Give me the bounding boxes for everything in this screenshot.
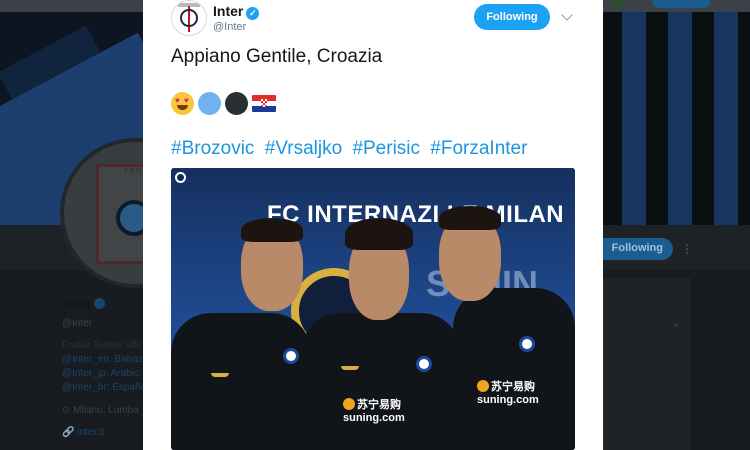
player-center-crest	[416, 356, 432, 372]
background-location: ⊙ Milano, Lomba	[62, 405, 139, 416]
author-avatar[interactable]	[171, 0, 207, 36]
background-avatar-dot	[610, 0, 624, 8]
background-profile-bio: Profilo Twitter uffic @Inter_en: Bahasa …	[62, 340, 142, 393]
player-right	[453, 288, 575, 450]
croatia-flag-emoji	[252, 94, 276, 112]
player-center	[301, 313, 461, 450]
photo-sign-text: FC INTERNAZI LE MILAN	[267, 201, 565, 228]
player-center-sponsor: 苏宁易购 suning.com	[343, 398, 405, 424]
background-tweet-button	[652, 0, 710, 8]
hashtag-brozovic[interactable]: #Brozovic	[171, 138, 254, 159]
background-side-panel	[603, 278, 691, 450]
chevron-down-icon[interactable]	[561, 9, 573, 21]
player-center-swoosh	[341, 366, 359, 370]
black-circle-emoji	[225, 91, 248, 115]
background-verified-icon	[94, 298, 106, 309]
blue-circle-emoji	[198, 91, 221, 115]
verified-icon: ✓	[246, 7, 260, 20]
background-more-icon: ⋮	[681, 242, 693, 256]
hashtag-forzainter[interactable]: #ForzaInter	[430, 138, 527, 159]
author-handle[interactable]: @Inter	[213, 21, 246, 33]
emoji-row: ♥ ♥	[171, 90, 276, 116]
hashtag-perisic[interactable]: #Perisic	[352, 138, 420, 159]
player-left-swoosh	[211, 373, 229, 377]
hashtag-vrsaljko[interactable]: #Vrsaljko	[265, 138, 342, 159]
tweet-photo[interactable]: FC INTERNAZI LE MILAN SUNIN 苏宁易购suning.c…	[171, 168, 575, 450]
tweet-text: Appiano Gentile, Croazia	[171, 46, 383, 67]
following-button[interactable]: Following	[474, 4, 550, 30]
background-url: 🔗 inter.it	[62, 427, 104, 438]
background-chevron-icon: ⌄	[672, 318, 681, 329]
photo-corner-icon	[175, 172, 186, 183]
author-name[interactable]: Inter ✓	[213, 3, 260, 20]
player-left	[171, 313, 311, 450]
heart-eyes-emoji: ♥ ♥	[171, 91, 194, 115]
tweet-modal: Inter ✓ @Inter Following Appiano Gentile,…	[143, 0, 603, 450]
background-profile-handle: @Inter	[62, 318, 93, 329]
hashtag-list: #Brozovic #Vrsaljko #Perisic #ForzaInter	[171, 138, 532, 160]
player-left-crest	[283, 348, 299, 364]
player-right-crest	[519, 336, 535, 352]
player-right-hair	[439, 206, 501, 230]
player-center-hair	[345, 218, 413, 250]
player-right-sponsor: 苏宁易购 suning.com	[477, 380, 539, 406]
background-profile-name: Inter	[62, 296, 106, 312]
player-left-hair	[241, 218, 303, 242]
